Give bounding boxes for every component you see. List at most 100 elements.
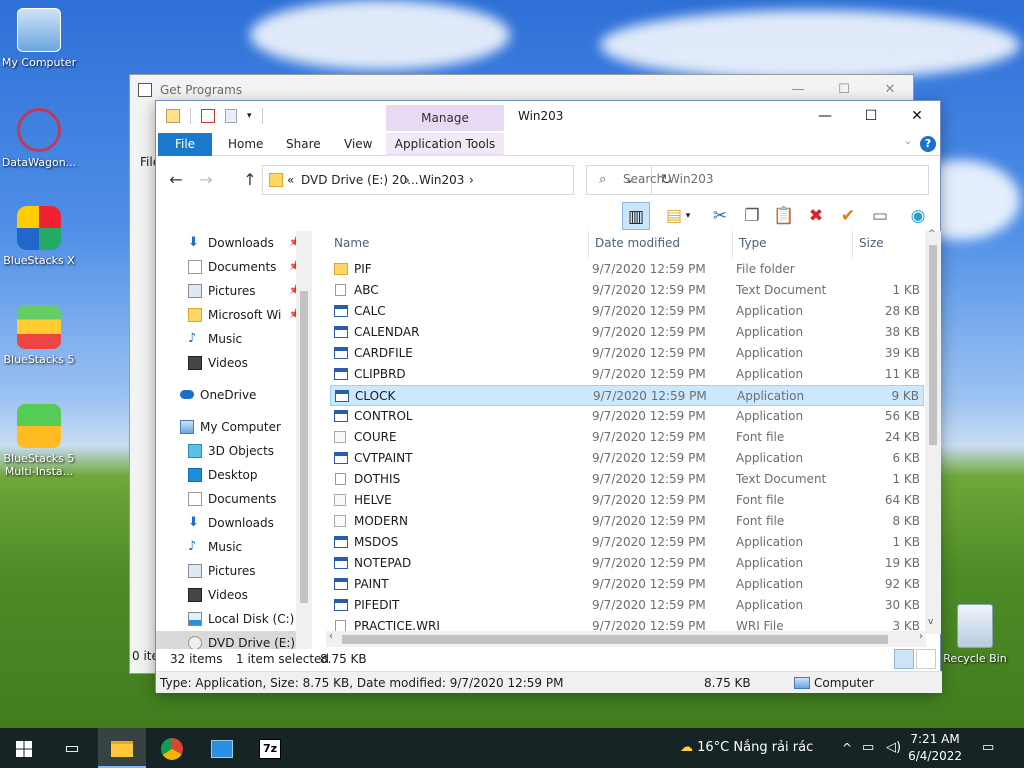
taskbar-chrome[interactable]: [148, 728, 196, 768]
file-row[interactable]: NOTEPAD 9/7/2020 12:59 PM Application 19 KB: [330, 553, 924, 574]
file-row[interactable]: CALC 9/7/2020 12:59 PM Application 28 KB: [330, 301, 924, 322]
start-button[interactable]: [0, 728, 48, 768]
search-box[interactable]: ⌕: [586, 165, 929, 195]
desktop-icon-my-computer[interactable]: My Computer: [0, 8, 78, 69]
paste-icon[interactable]: 📋: [770, 202, 798, 230]
scroll-down-icon[interactable]: v: [928, 617, 933, 627]
delete-icon[interactable]: ✖: [802, 202, 830, 230]
nav-item-3d-objects[interactable]: 3D Objects: [156, 439, 301, 463]
nav-item-videos[interactable]: Videos: [156, 351, 301, 375]
tab-application-tools[interactable]: Application Tools: [386, 133, 504, 156]
new-folder-icon[interactable]: [225, 109, 237, 123]
desktop-icon-bluestacks-5-multi[interactable]: BlueStacks 5 Multi-Insta...: [0, 404, 78, 478]
properties-icon[interactable]: ▭: [866, 202, 894, 230]
tab-manage[interactable]: Manage: [386, 105, 504, 131]
file-row[interactable]: MSDOS 9/7/2020 12:59 PM Application 1 KB: [330, 532, 924, 553]
desktop-icon-datawagon[interactable]: DataWagon...: [0, 108, 78, 169]
nav-scrollbar-thumb[interactable]: [300, 291, 308, 603]
properties-icon[interactable]: [201, 109, 215, 123]
file-row[interactable]: ABC 9/7/2020 12:59 PM Text Document 1 KB: [330, 280, 924, 301]
file-list-vertical-scrollbar[interactable]: ^ v: [925, 229, 941, 634]
close-button[interactable]: ✕: [894, 101, 940, 131]
rename-check-icon[interactable]: ✔: [834, 202, 862, 230]
breadcrumb-dvd-drive[interactable]: DVD Drive (E:) 20...: [301, 173, 419, 187]
desktop-icon-bluestacks-x[interactable]: BlueStacks X: [0, 206, 78, 267]
nav-item-music[interactable]: ♪ Music: [156, 327, 301, 351]
notifications-icon[interactable]: ▭: [982, 728, 994, 768]
minimize-button[interactable]: —: [802, 101, 848, 131]
weather-widget[interactable]: ☁ 16°C Nắng rải rác: [680, 728, 813, 768]
file-row[interactable]: MODERN 9/7/2020 12:59 PM Font file 8 KB: [330, 511, 924, 532]
file-row[interactable]: HELVE 9/7/2020 12:59 PM Font file 64 KB: [330, 490, 924, 511]
address-prefix[interactable]: «: [287, 173, 294, 187]
nav-item-videos-pc[interactable]: Videos: [156, 583, 301, 607]
file-row[interactable]: CALENDAR 9/7/2020 12:59 PM Application 38 K…: [330, 322, 924, 343]
up-icon[interactable]: ↑: [240, 170, 260, 189]
cut-icon[interactable]: ✂: [706, 202, 734, 230]
search-input[interactable]: [623, 172, 903, 186]
nav-item-documents-pc[interactable]: Documents: [156, 487, 301, 511]
nav-item-desktop[interactable]: Desktop: [156, 463, 301, 487]
file-row[interactable]: COURE 9/7/2020 12:59 PM Font file 24 KB: [330, 427, 924, 448]
nav-item-music-pc[interactable]: ♪ Music: [156, 535, 301, 559]
nav-item-microsoft-windows[interactable]: Microsoft Wi 📌: [156, 303, 301, 327]
forward-icon[interactable]: →: [196, 170, 216, 189]
chevron-down-icon[interactable]: ⌄: [904, 136, 912, 147]
qat-dropdown-icon[interactable]: ▾: [247, 111, 252, 121]
horizontal-scrollbar-thumb[interactable]: [342, 635, 888, 644]
scroll-left-icon[interactable]: ‹: [329, 631, 333, 642]
new-item-dropdown-icon[interactable]: ▾: [682, 202, 694, 230]
file-row[interactable]: CONTROL 9/7/2020 12:59 PM Application 56 KB: [330, 406, 924, 427]
file-row[interactable]: PIFEDIT 9/7/2020 12:59 PM Application 30 KB: [330, 595, 924, 616]
maximize-button[interactable]: ☐: [848, 101, 894, 131]
file-row[interactable]: CLIPBRD 9/7/2020 12:59 PM Application 11 KB: [330, 364, 924, 385]
breadcrumb-separator[interactable]: ›: [405, 173, 410, 187]
taskbar-app[interactable]: [198, 728, 246, 768]
nav-item-local-disk[interactable]: Local Disk (C:): [156, 607, 301, 631]
nav-item-pictures-pc[interactable]: Pictures: [156, 559, 301, 583]
nav-item-dvd-drive[interactable]: DVD Drive (E:) 2(: [156, 631, 311, 649]
file-row[interactable]: PAINT 9/7/2020 12:59 PM Application 92 KB: [330, 574, 924, 595]
tab-share[interactable]: Share: [274, 133, 333, 156]
folder-icon[interactable]: [166, 109, 180, 123]
address-bar[interactable]: « DVD Drive (E:) 20... › Win203 › ⌄ ↻: [262, 165, 672, 195]
nav-item-downloads[interactable]: ⬇ Downloads 📌: [156, 231, 301, 255]
nav-item-documents[interactable]: Documents 📌: [156, 255, 301, 279]
breadcrumb-win203[interactable]: Win203: [419, 173, 464, 187]
nav-item-downloads-pc[interactable]: ⬇ Downloads: [156, 511, 301, 535]
preview-pane-icon[interactable]: ▥: [622, 202, 650, 230]
desktop-icon-recycle-bin[interactable]: Recycle Bin: [936, 604, 1014, 665]
column-separator[interactable]: [732, 231, 733, 259]
scroll-up-icon[interactable]: ^: [928, 229, 936, 239]
explorer-window[interactable]: ▾ Manage Win203 — ☐ ✕ File Home Share Vi…: [155, 100, 942, 693]
column-separator[interactable]: [588, 231, 589, 259]
network-icon[interactable]: ▭: [862, 728, 874, 768]
file-row[interactable]: CLOCK 9/7/2020 12:59 PM Application 9 KB: [330, 385, 924, 406]
task-view-button[interactable]: ▭: [48, 728, 96, 768]
taskbar-file-explorer[interactable]: [98, 728, 146, 768]
breadcrumb-separator[interactable]: ›: [469, 173, 474, 187]
tray-overflow-button[interactable]: ^: [842, 728, 852, 768]
column-separator[interactable]: [852, 231, 853, 259]
copy-icon[interactable]: ❐: [738, 202, 766, 230]
help-icon[interactable]: ?: [920, 136, 936, 152]
clock[interactable]: 7:21 AM 6/4/2022: [908, 731, 962, 765]
tab-view[interactable]: View: [332, 133, 384, 156]
file-row[interactable]: CVTPAINT 9/7/2020 12:59 PM Application 6 KB: [330, 448, 924, 469]
vertical-scrollbar-thumb[interactable]: [929, 245, 937, 445]
file-row[interactable]: CARDFILE 9/7/2020 12:59 PM Application 39 K…: [330, 343, 924, 364]
tab-home[interactable]: Home: [216, 133, 275, 156]
details-view-button[interactable]: [894, 649, 914, 669]
file-row[interactable]: PIF 9/7/2020 12:59 PM File folder: [330, 259, 924, 280]
back-icon[interactable]: ←: [166, 170, 186, 189]
large-icons-view-button[interactable]: [916, 649, 936, 669]
nav-scrollbar[interactable]: [296, 231, 312, 649]
scroll-right-icon[interactable]: ›: [919, 631, 923, 642]
tab-file[interactable]: File: [158, 133, 212, 156]
shell-icon[interactable]: ◉: [904, 202, 932, 230]
taskbar-7zip[interactable]: 7z: [246, 728, 294, 768]
nav-item-my-computer[interactable]: My Computer: [156, 415, 301, 439]
volume-icon[interactable]: ◁): [886, 728, 901, 768]
desktop-icon-bluestacks-5[interactable]: BlueStacks 5: [0, 305, 78, 366]
file-row[interactable]: DOTHIS 9/7/2020 12:59 PM Text Document 1 KB: [330, 469, 924, 490]
